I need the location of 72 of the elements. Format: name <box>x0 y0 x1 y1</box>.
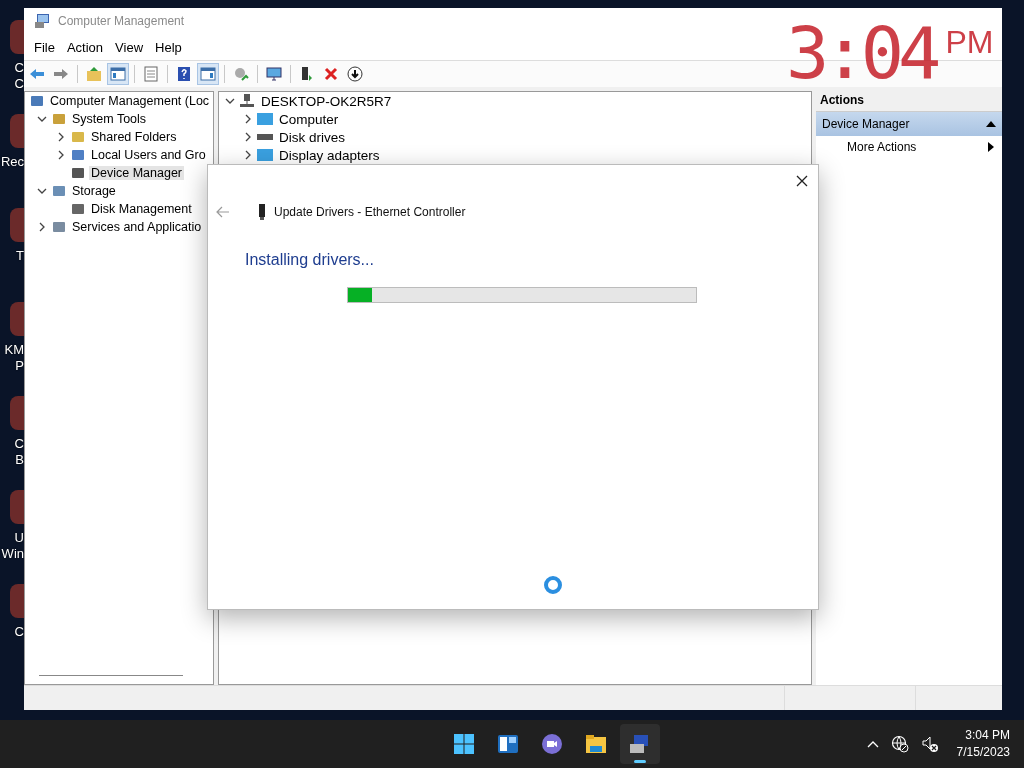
tree-item[interactable]: Shared Folders <box>89 130 179 144</box>
properties-icon <box>143 66 159 82</box>
globe-no-network-icon[interactable] <box>890 735 909 753</box>
remove-icon <box>323 66 339 82</box>
tree-item[interactable]: Local Users and Gro <box>89 148 208 162</box>
tree-item[interactable]: System Tools <box>70 112 149 126</box>
tree-item[interactable]: DESKTOP-OK2R5R7 <box>259 93 394 109</box>
desktop-icon-label: C <box>14 436 24 452</box>
actions-header: Actions <box>816 91 1002 112</box>
expand-chevron-icon[interactable] <box>243 132 253 142</box>
computer-management-icon <box>34 13 50 29</box>
loading-spinner-icon <box>543 575 563 595</box>
menu-item[interactable]: Action <box>60 39 110 55</box>
desktop-icon-label: C <box>14 76 24 92</box>
tree-item[interactable]: Disk drives <box>277 129 347 145</box>
tree-item[interactable]: Storage <box>70 184 118 198</box>
tree-item[interactable]: Computer Management (Loc <box>48 94 212 108</box>
forward-icon <box>53 66 69 82</box>
start-icon <box>452 732 476 756</box>
network-computer-icon <box>239 93 255 109</box>
computer-management-taskbar-button[interactable] <box>620 724 660 764</box>
tree-toggle-toolbar-button[interactable] <box>107 63 129 85</box>
show-hidden-icons-chevron-icon[interactable] <box>866 740 879 748</box>
taskbar-time[interactable]: 3:04 PM <box>965 727 1010 744</box>
expand-chevron-icon[interactable] <box>243 150 253 160</box>
expand-chevron-icon[interactable] <box>56 150 66 160</box>
widgets-icon <box>496 732 520 756</box>
expand-chevron-icon[interactable] <box>243 114 253 124</box>
desktop-icon-label: Rec <box>0 154 24 170</box>
taskbar-date[interactable]: 7/15/2023 <box>956 744 1010 761</box>
close-icon[interactable] <box>796 175 808 187</box>
speaker-muted-icon[interactable] <box>920 735 939 753</box>
tree-item[interactable]: Services and Applicatio <box>70 220 204 234</box>
download-toolbar-button[interactable] <box>344 63 366 85</box>
desktop-icon-label: KM <box>4 342 24 358</box>
collapse-chevron-icon[interactable] <box>37 186 47 196</box>
menu-item[interactable]: View <box>109 39 150 55</box>
desktop-icon-label: T <box>16 248 24 264</box>
action-toggle-toolbar-button[interactable] <box>197 63 219 85</box>
tree-item[interactable]: Device Manager <box>89 166 184 180</box>
status-heading: Installing drivers... <box>245 251 375 269</box>
download-icon <box>347 66 363 82</box>
desktop-icon-label: U <box>14 530 24 546</box>
dialog-title: Update Drivers - Ethernet Controller <box>274 205 466 219</box>
submenu-triangle-icon <box>988 142 994 152</box>
menu-item[interactable]: File <box>28 39 61 55</box>
ethernet-device-icon <box>258 204 266 220</box>
action-link[interactable]: More Actions <box>816 136 1002 158</box>
collapse-triangle-icon <box>986 120 996 128</box>
tree-item[interactable]: Computer <box>277 111 341 127</box>
desktop-icon-label: C <box>14 60 24 76</box>
explorer-icon <box>584 732 608 756</box>
chat-icon <box>540 732 564 756</box>
up-folder-icon <box>86 66 102 82</box>
desktop-icon-label: Win <box>1 546 24 562</box>
expand-chevron-icon[interactable] <box>56 132 66 142</box>
desktop-icon-label: C <box>14 624 24 640</box>
window-title: Computer Management <box>58 14 185 28</box>
back-icon <box>29 66 45 82</box>
action-toggle-icon <box>200 66 216 82</box>
collapse-chevron-icon[interactable] <box>225 96 235 106</box>
tree-item[interactable]: Display adapters <box>277 147 382 163</box>
menu-item[interactable]: Help <box>149 39 188 55</box>
collapse-chevron-icon[interactable] <box>37 114 47 124</box>
help-icon <box>176 66 192 82</box>
actions-section-header[interactable]: Device Manager <box>816 112 1002 136</box>
desktop-icon-label: B <box>15 452 24 468</box>
tree-item[interactable]: Disk Management <box>89 202 194 216</box>
expand-chevron-icon[interactable] <box>37 222 47 232</box>
back-arrow-icon[interactable] <box>216 206 230 218</box>
tree-toggle-icon <box>110 66 126 82</box>
desktop-icon-label: P <box>15 358 24 374</box>
